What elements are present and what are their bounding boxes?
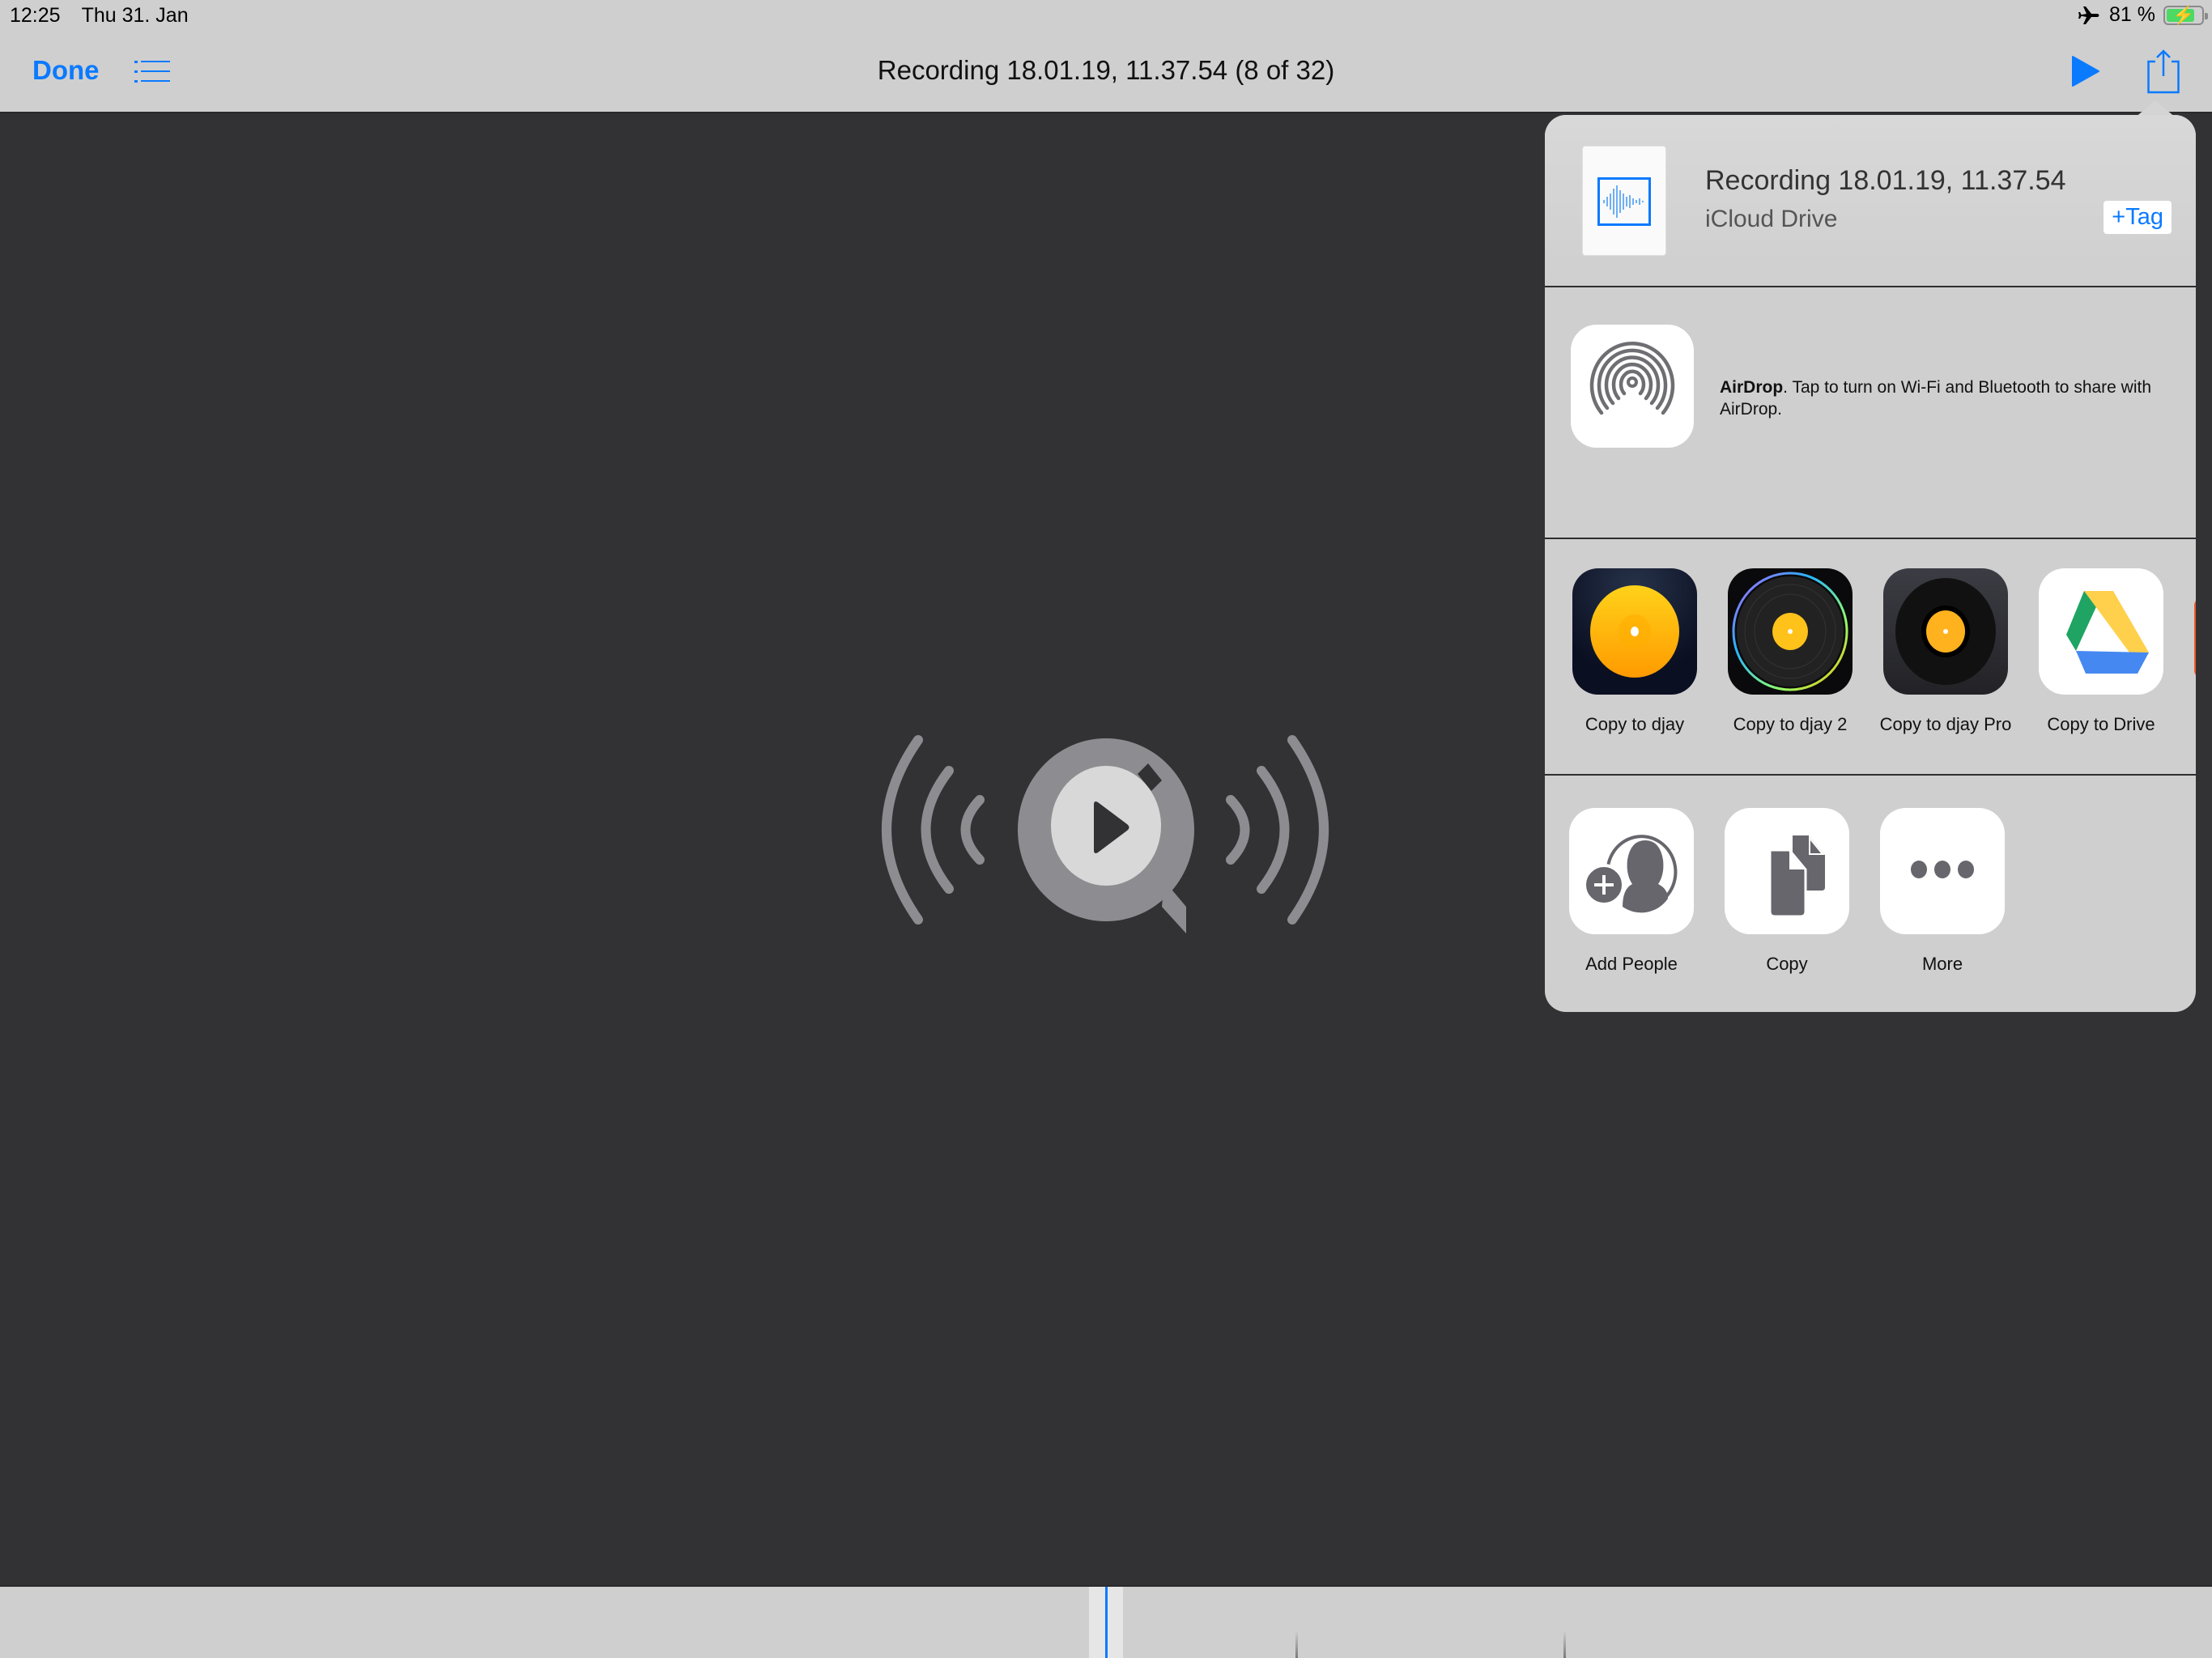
djay-pro-icon bbox=[1883, 568, 2008, 695]
file-name: Recording 18.01.19, 11.37.54 bbox=[1705, 165, 2066, 196]
share-icon[interactable] bbox=[2147, 49, 2180, 94]
more-icon bbox=[1880, 808, 2005, 934]
charging-bolt-icon: ⚡ bbox=[2172, 4, 2195, 25]
app-label: Copy to Drive bbox=[2047, 714, 2155, 734]
waveform-tick bbox=[1563, 1630, 1566, 1658]
djay2-icon bbox=[1728, 568, 1853, 695]
waveform-tick bbox=[1295, 1630, 1298, 1658]
sound-wave-right-middle bbox=[1257, 766, 1290, 894]
share-sheet: Recording 18.01.19, 11.37.54 iCloud Driv… bbox=[1545, 115, 2196, 1012]
sound-wave-left-outer bbox=[882, 735, 923, 925]
airdrop-description: . Tap to turn on Wi-Fi and Bluetooth to … bbox=[1720, 378, 2152, 419]
timeline-scrubber[interactable] bbox=[0, 1585, 2212, 1658]
file-thumbnail bbox=[1582, 146, 1666, 256]
airdrop-icon bbox=[1589, 341, 1675, 415]
action-label: More bbox=[1921, 954, 1963, 974]
status-bar-right: 81 % ⚡ bbox=[2077, 3, 2208, 27]
sound-wave-right-inner bbox=[1226, 795, 1250, 865]
airdrop-section: AirDrop. Tap to turn on Wi-Fi and Blueto… bbox=[1545, 287, 2196, 539]
airdrop-button[interactable] bbox=[1571, 325, 1694, 448]
app-copy-to-djay[interactable]: Copy to djay bbox=[1572, 568, 1697, 735]
sound-wave-left-middle bbox=[921, 766, 954, 894]
playhead[interactable] bbox=[1105, 1587, 1108, 1658]
quicktime-audio-icon[interactable] bbox=[866, 712, 1344, 947]
action-label: Copy bbox=[1766, 954, 1808, 974]
sound-wave-right-outer bbox=[1287, 735, 1329, 925]
status-date: Thu 31. Jan bbox=[81, 4, 189, 27]
action-add-people[interactable]: Add People bbox=[1569, 808, 1694, 975]
waveform-icon bbox=[1597, 177, 1651, 226]
action-row: Add People Copy More bbox=[1545, 776, 2196, 1012]
djay-icon bbox=[1572, 568, 1697, 695]
add-people-icon bbox=[1569, 808, 1694, 934]
status-bar-left: 12:25 Thu 31. Jan bbox=[10, 4, 189, 28]
app-label: Copy to djay bbox=[1585, 714, 1685, 734]
copy-icon bbox=[1725, 808, 1849, 934]
status-time: 12:25 bbox=[10, 4, 61, 27]
add-tag-button[interactable]: +Tag bbox=[2104, 201, 2172, 234]
airdrop-title: AirDrop bbox=[1720, 378, 1784, 397]
app-label: Copy to djay 2 bbox=[1733, 714, 1848, 734]
action-label: Add People bbox=[1585, 954, 1678, 974]
top-bar: 12:25 Thu 31. Jan 81 % ⚡ Done Recording … bbox=[0, 0, 2212, 113]
airplane-icon bbox=[2078, 6, 2099, 24]
action-more[interactable]: More bbox=[1880, 808, 2005, 975]
partial-next-app-icon[interactable] bbox=[2194, 597, 2196, 678]
play-icon[interactable] bbox=[2071, 55, 2100, 87]
app-copy-to-drive[interactable]: Copy to Drive bbox=[2039, 568, 2163, 735]
app-copy-to-djay-pro[interactable]: Copy to djay Pro bbox=[1880, 568, 2011, 735]
airdrop-message: AirDrop. Tap to turn on Wi-Fi and Blueto… bbox=[1720, 376, 2173, 420]
google-drive-icon bbox=[2039, 568, 2163, 695]
app-row: Copy to djay Copy to djay 2 Copy to djay… bbox=[1545, 539, 2196, 776]
file-location: iCloud Drive bbox=[1705, 206, 1838, 232]
battery-percent: 81 % bbox=[2109, 3, 2155, 26]
battery-nub bbox=[2205, 12, 2208, 19]
sound-wave-left-inner bbox=[960, 795, 985, 865]
app-copy-to-djay-2[interactable]: Copy to djay 2 bbox=[1728, 568, 1853, 735]
page-title: Recording 18.01.19, 11.37.54 (8 of 32) bbox=[877, 55, 1335, 85]
battery-icon: ⚡ bbox=[2163, 4, 2208, 25]
app-label: Copy to djay Pro bbox=[1879, 714, 2012, 734]
share-sheet-header: Recording 18.01.19, 11.37.54 iCloud Driv… bbox=[1545, 115, 2196, 287]
action-copy[interactable]: Copy bbox=[1725, 808, 1849, 975]
